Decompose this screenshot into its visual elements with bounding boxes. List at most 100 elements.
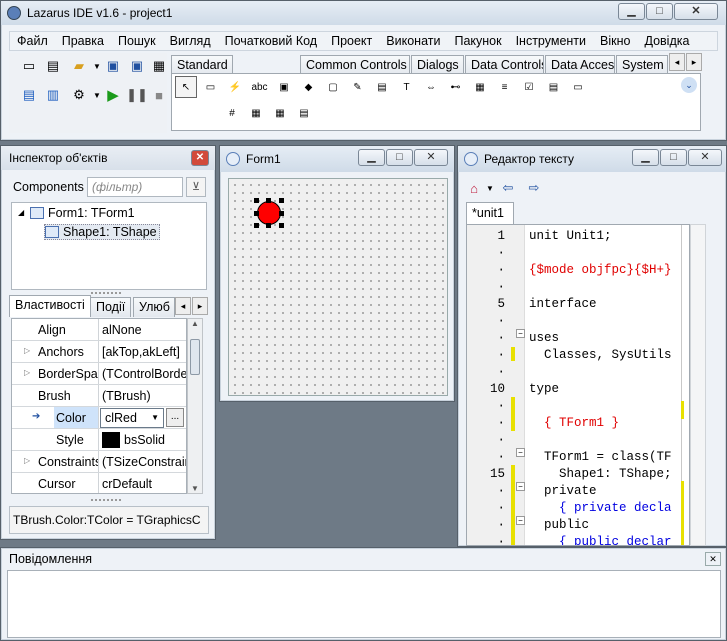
palette-tab[interactable]: Standard	[171, 55, 233, 75]
menu-item[interactable]: Довідка	[637, 34, 696, 48]
tree-item-form1[interactable]: Form1: TForm1	[30, 206, 135, 220]
form-close-button[interactable]: ✕	[414, 149, 448, 166]
messages-list[interactable]	[7, 570, 721, 638]
code-line[interactable]: { private decla	[529, 501, 672, 515]
property-row[interactable]: ➔ Color clRed ▼...	[12, 407, 186, 429]
code-line[interactable]: { public declar	[529, 535, 672, 545]
open-icon[interactable]: ▰	[69, 56, 89, 76]
palette-scroll-right[interactable]: ▸	[686, 53, 702, 71]
form-maximize-button[interactable]: □	[386, 149, 413, 166]
jump-forward-icon[interactable]: ⇨	[524, 178, 544, 198]
menu-item[interactable]: Пакунок	[447, 34, 508, 48]
menu-item[interactable]: Пошук	[111, 34, 163, 48]
bevel-icon[interactable]: ▢	[322, 76, 344, 98]
bitbtn-icon[interactable]: ▭	[200, 76, 222, 98]
stop-icon[interactable]: ■	[149, 85, 169, 105]
property-row[interactable]: Cursor crDefault	[12, 473, 186, 493]
code-line[interactable]: uses	[529, 331, 559, 345]
fold-icon[interactable]: −	[516, 448, 525, 457]
property-row[interactable]: Align alNone	[12, 319, 186, 341]
expand-icon[interactable]: ▷	[24, 368, 30, 377]
editor-maximize-button[interactable]: □	[660, 149, 687, 166]
valuelisteditor-icon[interactable]: ▤	[543, 76, 565, 98]
speedbutton-icon[interactable]: ⚡	[224, 76, 246, 98]
scroll-up-icon[interactable]: ▲	[188, 319, 202, 333]
code-editor[interactable]: 1 · · · 5 · · · · 10 · · · · 15 · · · · − − − − unit Unit1…	[466, 224, 690, 546]
pause-icon[interactable]: ❚❚	[126, 85, 148, 105]
new-unit-icon[interactable]: ▭	[19, 56, 39, 76]
main-titlebar[interactable]: Lazarus IDE v1.6 - project1 ▁ □ ✕	[1, 1, 726, 25]
code-line[interactable]: { TForm1 }	[529, 416, 619, 430]
palette-tab[interactable]: Data Controls	[465, 55, 544, 75]
code-line[interactable]: TForm1 = class(TF	[529, 450, 672, 464]
image-icon[interactable]: ▣	[273, 76, 295, 98]
notebook-icon[interactable]: ▤	[371, 76, 393, 98]
menu-item[interactable]: Виконати	[379, 34, 447, 48]
dropdown-arrow-icon[interactable]: ▼	[151, 413, 159, 422]
labelededit-icon[interactable]: T	[396, 76, 418, 98]
form-titlebar[interactable]: Form1 ▁ □ ✕	[220, 146, 454, 172]
tab-events[interactable]: Події	[90, 297, 132, 317]
code-line[interactable]: Shape1: TShape;	[529, 467, 672, 481]
menu-item[interactable]: Вигляд	[163, 34, 218, 48]
build-mode-icon[interactable]: ⚙	[69, 85, 89, 105]
maskedit-icon[interactable]: #	[221, 102, 243, 124]
selection-handle[interactable]	[254, 211, 259, 216]
property-row[interactable]: Brush (TBrush)	[12, 385, 186, 407]
tabs-scroll-right[interactable]: ▸	[192, 297, 208, 315]
scroll-thumb[interactable]	[190, 339, 200, 375]
shape1-circle[interactable]	[257, 201, 281, 225]
checkgroup-icon[interactable]: ☑	[518, 76, 540, 98]
view-forms-icon[interactable]: ▥	[43, 85, 63, 105]
palette-tab[interactable]: Dialogs	[411, 55, 464, 75]
selection-handle[interactable]	[279, 198, 284, 203]
property-row[interactable]: ▷ BorderSpac (TControlBorde	[12, 363, 186, 385]
palette-scroll-left[interactable]: ◂	[669, 53, 685, 71]
tree-expander-icon[interactable]: ◢	[18, 208, 24, 217]
header-icon[interactable]: ▭	[567, 76, 589, 98]
inspector-close-button[interactable]: ✕	[191, 150, 209, 166]
fold-icon[interactable]: −	[516, 516, 525, 525]
scrollbox-icon[interactable]: ▦	[469, 76, 491, 98]
selection-handle[interactable]	[279, 211, 284, 216]
tabbedpanel-icon[interactable]: ▤	[293, 102, 315, 124]
new-form-icon[interactable]: ▤	[43, 56, 63, 76]
menu-item[interactable]: Правка	[55, 34, 111, 48]
components-filter-input[interactable]: (фільтр)	[87, 177, 183, 197]
form-minimize-button[interactable]: ▁	[358, 149, 385, 166]
minimize-button[interactable]: ▁	[618, 3, 645, 20]
property-row[interactable]: ▷ Constraints (TSizeConstrain	[12, 451, 186, 473]
editor-tab-unit1[interactable]: *unit1	[466, 202, 514, 224]
property-row[interactable]: ▷ Anchors [akTop,akLeft]	[12, 341, 186, 363]
menu-item[interactable]: Файл	[10, 34, 55, 48]
expand-icon[interactable]: ▷	[24, 456, 30, 465]
drawgrid-icon[interactable]: ▦	[269, 102, 291, 124]
messages-close-button[interactable]: ✕	[705, 552, 721, 566]
tabs-scroll-left[interactable]: ◂	[175, 297, 191, 315]
palette-tab[interactable]: Common Controls	[300, 55, 410, 75]
palette-tab[interactable]: System	[616, 55, 668, 75]
clear-filter-icon[interactable]: ⊻	[186, 177, 206, 197]
inspector-titlebar[interactable]: Інспектор об'єктів ✕	[1, 146, 215, 170]
code-line[interactable]: Classes, SysUtils	[529, 348, 672, 362]
tree-item-shape1[interactable]: Shape1: TShape	[44, 224, 160, 240]
shape-icon[interactable]: ◆	[298, 76, 320, 98]
paintbox-icon[interactable]: ✎	[347, 76, 369, 98]
editor-close-button[interactable]: ✕	[688, 149, 722, 166]
toggle-form-icon[interactable]: ▦	[149, 56, 169, 76]
editor-titlebar[interactable]: Редактор тексту ▁ □ ✕	[458, 146, 726, 172]
scroll-down-icon[interactable]: ▼	[188, 484, 202, 493]
code-line[interactable]: {$mode objfpc}{$H+}	[529, 263, 672, 277]
tab-properties[interactable]: Властивості	[9, 295, 91, 317]
code-line[interactable]: unit Unit1;	[529, 229, 612, 243]
statictext-icon[interactable]: abc	[249, 76, 271, 98]
menu-item[interactable]: Проект	[324, 34, 379, 48]
code-line[interactable]: private	[529, 484, 597, 498]
splitter-icon[interactable]: ⇔	[420, 76, 442, 98]
selection-handle[interactable]	[254, 223, 259, 228]
code-line[interactable]: type	[529, 382, 559, 396]
editor-minimize-button[interactable]: ▁	[632, 149, 659, 166]
menu-item[interactable]: Початковий Код	[218, 34, 324, 48]
code-line[interactable]: interface	[529, 297, 597, 311]
editor-scrollbar[interactable]	[690, 224, 706, 546]
